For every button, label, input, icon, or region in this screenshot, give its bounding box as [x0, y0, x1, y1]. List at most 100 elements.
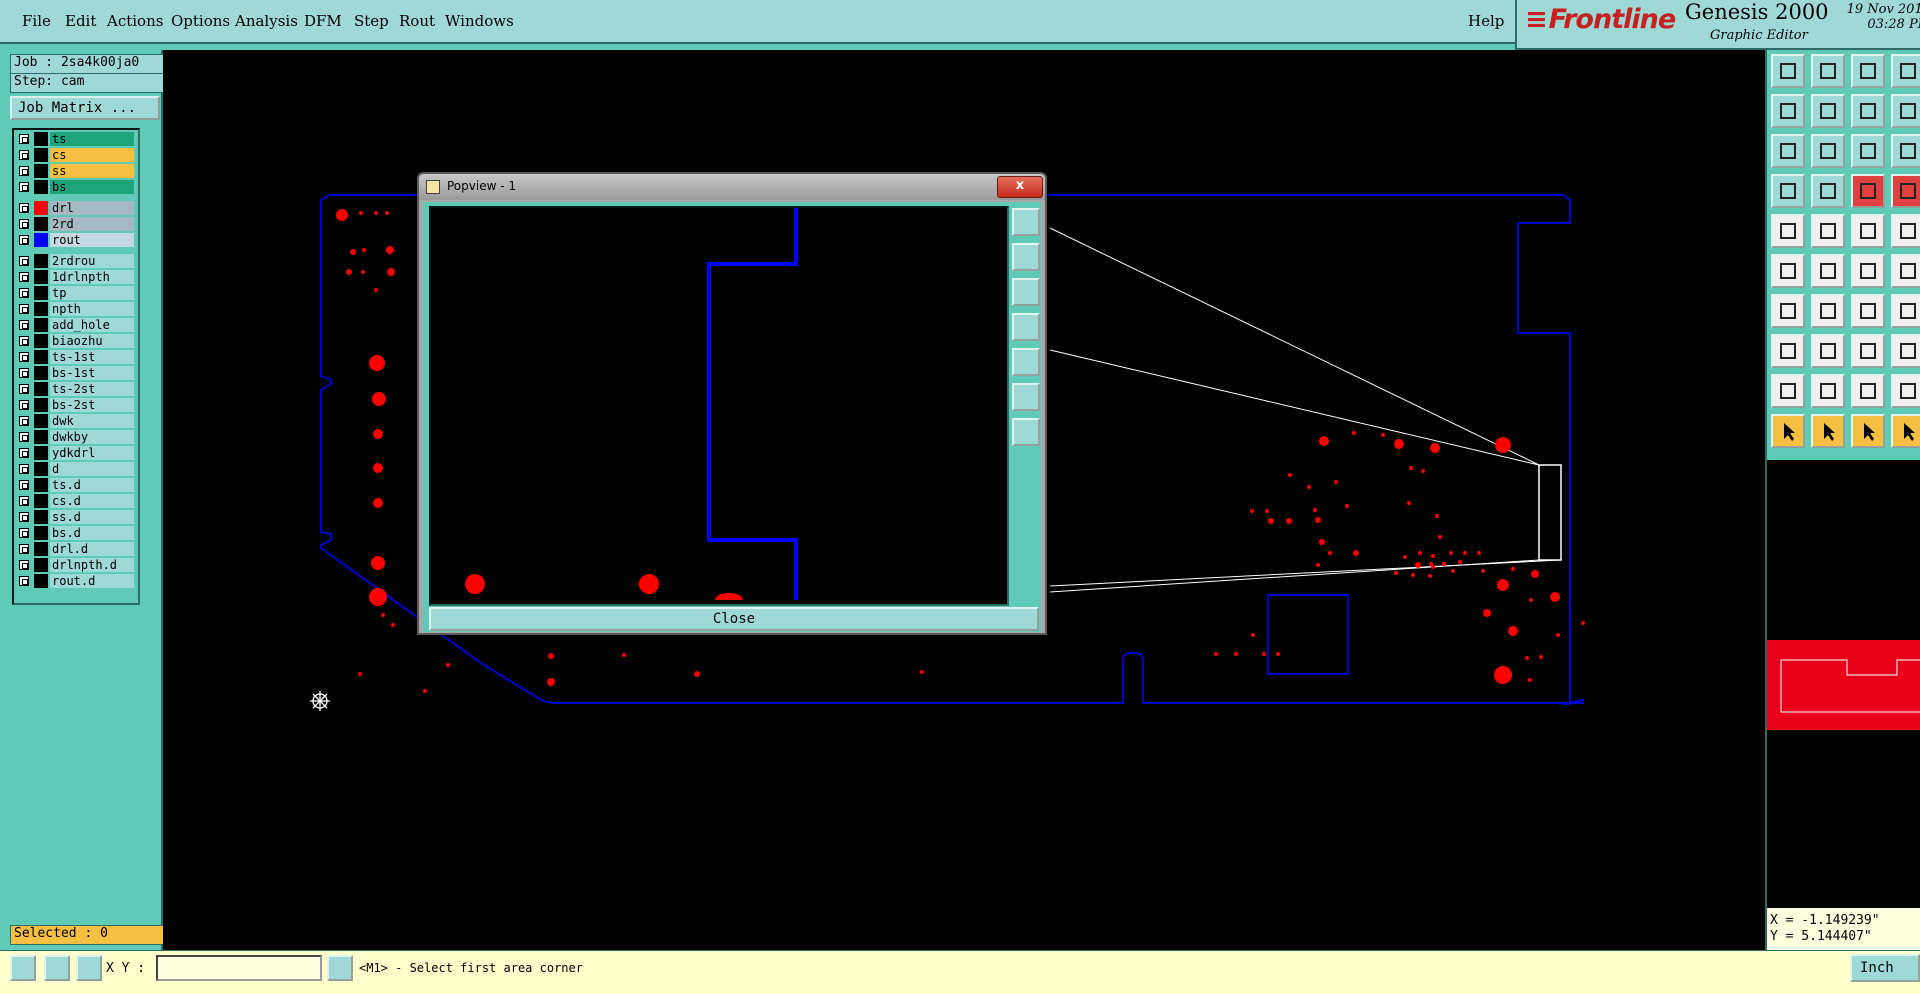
- popview-fit-button[interactable]: [1012, 208, 1040, 236]
- layer-name[interactable]: 2rd: [50, 217, 134, 231]
- layer-name[interactable]: rout: [50, 233, 134, 247]
- layer-name[interactable]: bs: [50, 180, 134, 194]
- layer-name[interactable]: ts-1st: [50, 350, 134, 364]
- layer-color-swatch[interactable]: [34, 164, 48, 178]
- layer-name[interactable]: cs: [50, 148, 134, 162]
- layer-checkbox[interactable]: [19, 528, 29, 538]
- layer-checkbox[interactable]: [19, 336, 29, 346]
- layer-checkbox[interactable]: [19, 576, 29, 586]
- layer-checkbox[interactable]: [19, 560, 29, 570]
- layer-row[interactable]: add_hole: [16, 318, 136, 332]
- layer-checkbox[interactable]: [19, 320, 29, 330]
- layer-checkbox[interactable]: [19, 432, 29, 442]
- peak-icon[interactable]: [1811, 374, 1845, 408]
- layer-checkbox[interactable]: [19, 272, 29, 282]
- layer-color-swatch[interactable]: [34, 574, 48, 588]
- menu-dfm[interactable]: DFM: [304, 12, 342, 30]
- menu-windows[interactable]: Windows: [445, 12, 514, 30]
- layer-name[interactable]: drl: [50, 201, 134, 215]
- layer-checkbox[interactable]: [19, 134, 29, 144]
- layer-name[interactable]: ts.d: [50, 478, 134, 492]
- layer-row[interactable]: drl: [16, 201, 136, 215]
- layer-row[interactable]: bs-1st: [16, 366, 136, 380]
- layer-row[interactable]: bs.d: [16, 526, 136, 540]
- layer-checkbox[interactable]: [19, 219, 29, 229]
- layer-row[interactable]: tp: [16, 286, 136, 300]
- layer-color-swatch[interactable]: [34, 201, 48, 215]
- connect-icon[interactable]: [1771, 254, 1805, 288]
- layer-name[interactable]: bs-1st: [50, 366, 134, 380]
- layer-name[interactable]: bs-2st: [50, 398, 134, 412]
- layer-color-swatch[interactable]: [34, 494, 48, 508]
- layer-checkbox[interactable]: [19, 203, 29, 213]
- menu-analysis[interactable]: Analysis: [235, 12, 298, 30]
- layer-row[interactable]: cs.d: [16, 494, 136, 508]
- layer-row[interactable]: dwkby: [16, 430, 136, 444]
- slope-icon[interactable]: [1771, 294, 1805, 328]
- layer-checkbox[interactable]: [19, 166, 29, 176]
- layer-color-swatch[interactable]: [34, 217, 48, 231]
- layer-row[interactable]: rout.d: [16, 574, 136, 588]
- layer-color-swatch[interactable]: [34, 462, 48, 476]
- layer-color-swatch[interactable]: [34, 286, 48, 300]
- layer-row[interactable]: d: [16, 462, 136, 476]
- layer-checkbox[interactable]: [19, 182, 29, 192]
- layer-checkbox[interactable]: [19, 256, 29, 266]
- layer-row[interactable]: cs: [16, 148, 136, 162]
- pointer-icon[interactable]: [1771, 414, 1805, 448]
- layer-row[interactable]: ts: [16, 132, 136, 146]
- layer-name[interactable]: ts-2st: [50, 382, 134, 396]
- layer-row[interactable]: dwk: [16, 414, 136, 428]
- units-selector[interactable]: Inch: [1850, 954, 1920, 982]
- layer-checkbox[interactable]: [19, 304, 29, 314]
- layer-checkbox[interactable]: [19, 150, 29, 160]
- layer-row[interactable]: rout: [16, 233, 136, 247]
- layer-row[interactable]: ts-1st: [16, 350, 136, 364]
- layer-color-swatch[interactable]: [34, 233, 48, 247]
- layer-row[interactable]: 2rd: [16, 217, 136, 231]
- pointer-area-icon[interactable]: [1851, 414, 1885, 448]
- layer-color-swatch[interactable]: [34, 334, 48, 348]
- popview-zoom-in-button[interactable]: [1012, 383, 1040, 411]
- layer-name[interactable]: dwkby: [50, 430, 134, 444]
- triangle-icon[interactable]: [1771, 374, 1805, 408]
- rotate-icon[interactable]: [1851, 294, 1885, 328]
- layer-color-swatch[interactable]: [34, 446, 48, 460]
- menu-options[interactable]: Options: [171, 12, 230, 30]
- layer-color-swatch[interactable]: [34, 350, 48, 364]
- layer-name[interactable]: biaozhu: [50, 334, 134, 348]
- zoom-fit-icon[interactable]: [1771, 134, 1805, 168]
- menu-step[interactable]: Step: [354, 12, 389, 30]
- line-tool-icon[interactable]: [1811, 174, 1845, 208]
- layer-color-swatch[interactable]: [34, 526, 48, 540]
- layer-checkbox[interactable]: [19, 384, 29, 394]
- layer-checkbox[interactable]: [19, 235, 29, 245]
- screen-icon[interactable]: [1891, 94, 1920, 128]
- scale-1-2-icon[interactable]: [1851, 134, 1885, 168]
- zoom-all-icon[interactable]: [1811, 134, 1845, 168]
- layer-color-swatch[interactable]: [34, 180, 48, 194]
- layer-row[interactable]: ss.d: [16, 510, 136, 524]
- layer-checkbox[interactable]: [19, 368, 29, 378]
- popview-close-button[interactable]: Close: [429, 607, 1039, 631]
- measure-icon[interactable]: [10, 955, 36, 981]
- layer-color-swatch[interactable]: [34, 132, 48, 146]
- layer-color-swatch[interactable]: [34, 558, 48, 572]
- layer-row[interactable]: npth: [16, 302, 136, 316]
- dfm-icon[interactable]: [1891, 294, 1920, 328]
- feature-tool-icon[interactable]: [1851, 174, 1885, 208]
- ruler-icon[interactable]: [1851, 214, 1885, 248]
- popview-pan-left-button[interactable]: [1012, 313, 1040, 341]
- xy-input[interactable]: [156, 955, 322, 981]
- measure-icon[interactable]: [1851, 254, 1885, 288]
- swap-icon[interactable]: [1851, 94, 1885, 128]
- snap-icon[interactable]: [44, 955, 70, 981]
- layer-name[interactable]: ss.d: [50, 510, 134, 524]
- select-icon[interactable]: [1771, 334, 1805, 368]
- layer-name[interactable]: dwk: [50, 414, 134, 428]
- layer-row[interactable]: ss: [16, 164, 136, 178]
- layer-checkbox[interactable]: [19, 480, 29, 490]
- peak2-icon[interactable]: [1851, 374, 1885, 408]
- layer-color-swatch[interactable]: [34, 510, 48, 524]
- distance-icon[interactable]: [1851, 334, 1885, 368]
